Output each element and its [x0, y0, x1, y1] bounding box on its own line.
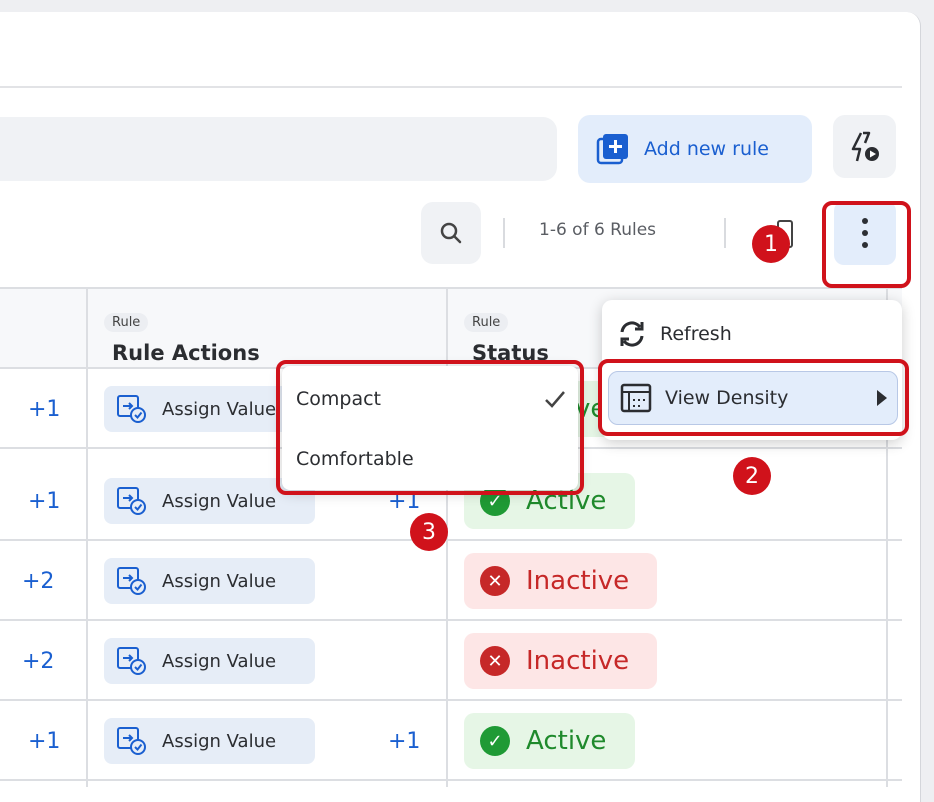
x-circle-icon: ✕ — [480, 646, 510, 676]
column-tag: Rule — [464, 313, 509, 332]
action-label: Assign Value — [162, 650, 277, 672]
status-badge: ✕ Inactive — [464, 633, 657, 689]
action-label: Assign Value — [162, 398, 277, 420]
action-label: Assign Value — [162, 490, 277, 512]
action-chip: Assign Value — [104, 638, 315, 684]
add-new-rule-label: Add new rule — [644, 138, 769, 160]
status-badge: ✓ Active — [464, 713, 635, 769]
menu-item-label: Refresh — [660, 323, 732, 345]
toolbar-divider — [503, 218, 505, 248]
highlight-box-more-options — [822, 201, 911, 288]
status-badge: ✕ Inactive — [464, 553, 657, 609]
check-circle-icon: ✓ — [480, 726, 510, 756]
extra-count[interactable]: +2 — [22, 569, 54, 594]
step-badge-2: 2 — [733, 457, 771, 495]
extra-count[interactable]: +1 — [28, 729, 60, 754]
highlight-box-view-density — [598, 359, 909, 436]
header-divider — [0, 86, 902, 88]
table-search-button[interactable] — [421, 202, 481, 264]
x-circle-icon: ✕ — [480, 566, 510, 596]
search-icon — [440, 222, 462, 244]
action-label: Assign Value — [162, 730, 277, 752]
extra-count[interactable]: +1 — [388, 729, 420, 754]
menu-item-refresh[interactable]: Refresh — [602, 306, 902, 362]
refresh-icon — [620, 321, 644, 347]
table-row[interactable]: +1 Assign Value +1 ✓ Active — [0, 701, 902, 781]
extra-count[interactable]: +1 — [28, 489, 60, 514]
add-rule-icon — [596, 134, 628, 165]
column-tag: Rule — [104, 313, 149, 332]
pagination-text: 1-6 of 6 Rules — [539, 220, 657, 240]
column-header-rule-actions[interactable]: Rule Actions — [112, 341, 260, 365]
assign-value-icon — [117, 647, 146, 675]
extra-count[interactable]: +2 — [22, 649, 54, 674]
add-new-rule-button[interactable]: Add new rule — [578, 115, 812, 183]
status-label: Active — [526, 726, 607, 756]
assign-value-icon — [117, 567, 146, 595]
table-row[interactable]: +2 Assign Value ✕ Inactive — [0, 621, 902, 701]
rules-search-bar[interactable] — [0, 117, 557, 181]
action-label: Assign Value — [162, 570, 277, 592]
step-badge-1: 1 — [752, 225, 790, 263]
table-row[interactable]: +2 Assign Value ✕ Inactive — [0, 541, 902, 621]
lightning-play-icon — [851, 131, 879, 161]
assign-value-icon — [117, 395, 146, 423]
status-label: Inactive — [526, 646, 630, 676]
extra-count[interactable]: +1 — [28, 397, 60, 422]
assign-value-icon — [117, 487, 146, 515]
toolbar-divider — [724, 218, 726, 248]
assign-value-icon — [117, 727, 146, 755]
action-chip: Assign Value — [104, 718, 315, 764]
highlight-box-density-options — [276, 360, 584, 495]
action-chip: Assign Value — [104, 558, 315, 604]
status-label: Inactive — [526, 566, 630, 596]
step-badge-3: 3 — [410, 513, 448, 551]
run-rules-button[interactable] — [833, 115, 896, 178]
